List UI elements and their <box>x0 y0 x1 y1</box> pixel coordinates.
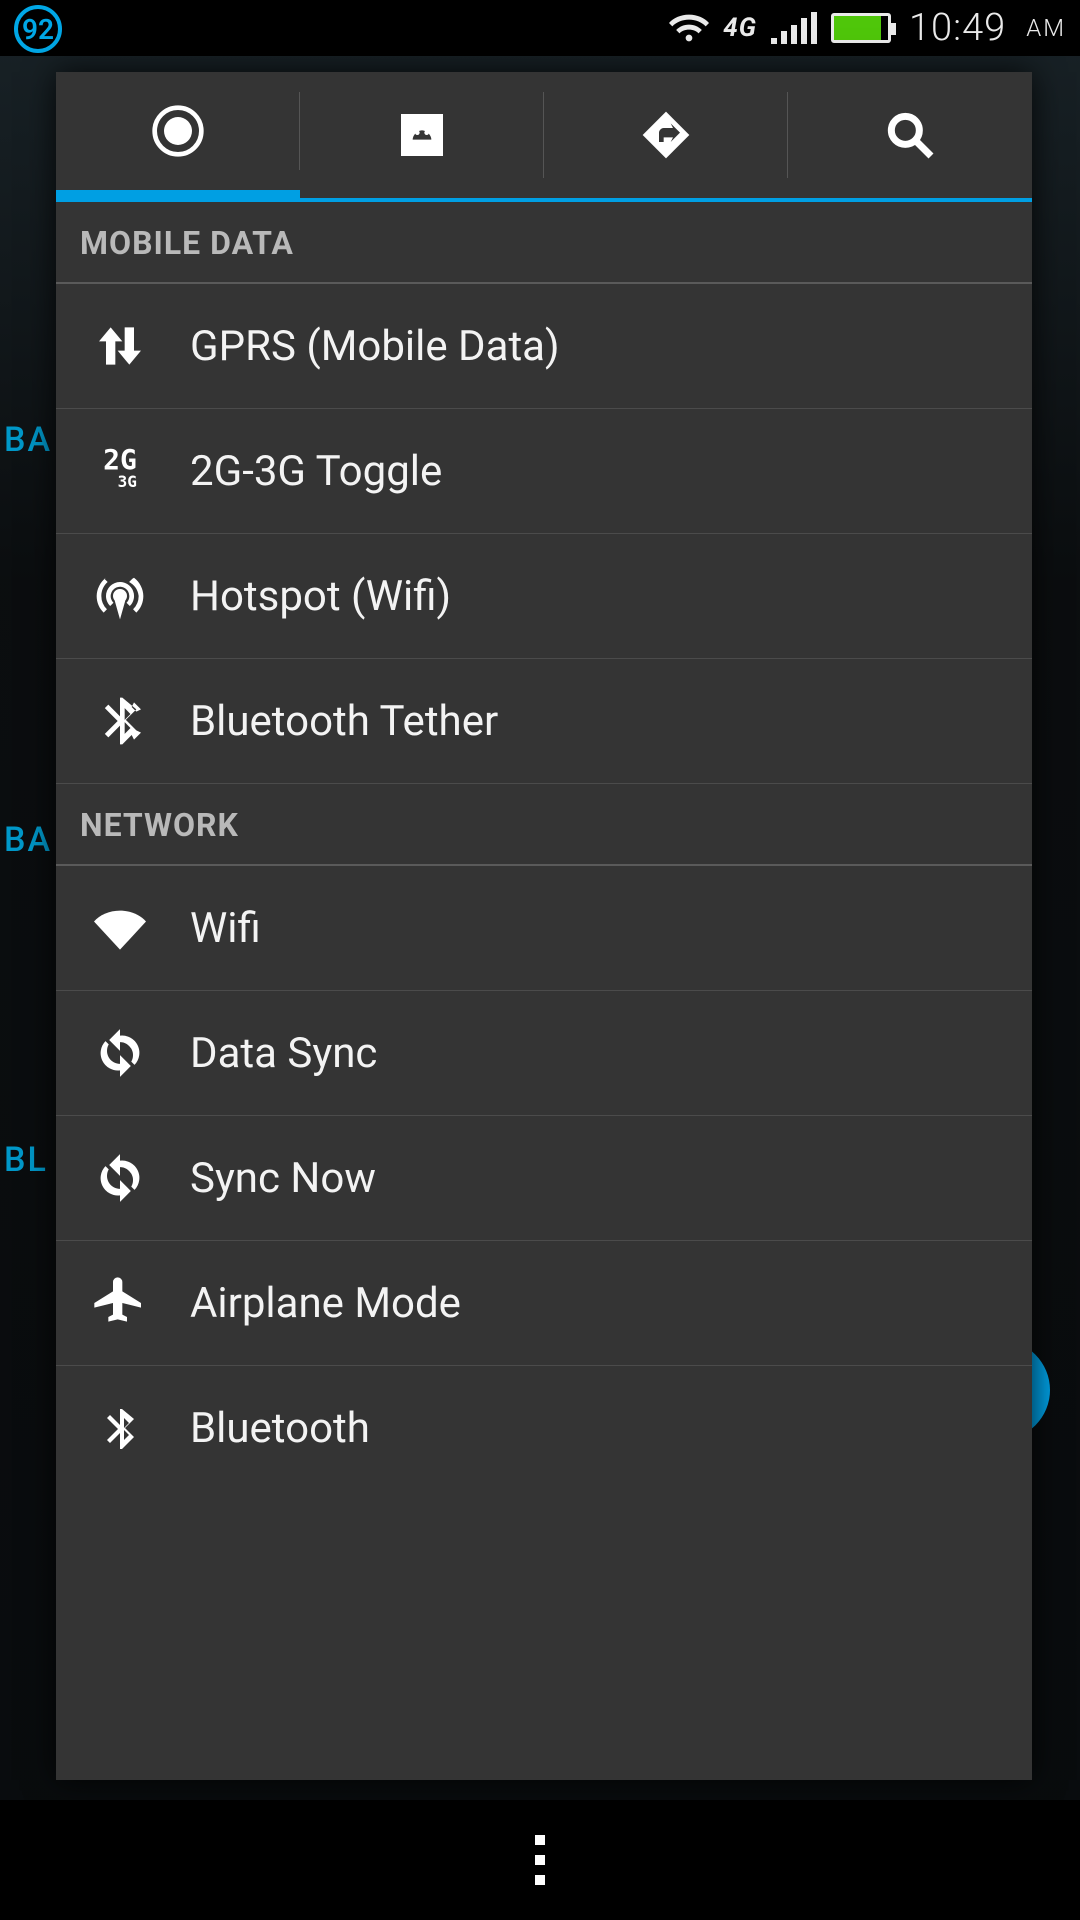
network-type: 4G <box>723 13 757 43</box>
wifi-icon <box>669 8 709 48</box>
battery-icon <box>831 13 891 43</box>
bg-label-a: BA <box>4 420 52 460</box>
row-gprs[interactable]: GPRS (Mobile Data) <box>56 284 1032 409</box>
row-label: Data Sync <box>190 1029 377 1078</box>
section-header-network: NETWORK <box>56 784 1032 866</box>
row-data-sync[interactable]: Data Sync <box>56 991 1032 1116</box>
overflow-menu-icon[interactable] <box>535 1835 545 1885</box>
row-sync-now[interactable]: Sync Now <box>56 1116 1032 1241</box>
hotspot-icon <box>92 568 148 624</box>
row-airplane[interactable]: Airplane Mode <box>56 1241 1032 1366</box>
status-bar: 92 4G 10:49 AM <box>0 0 1080 56</box>
wifi-icon <box>94 902 146 954</box>
bg-label-b: BA <box>4 820 52 860</box>
row-label: Bluetooth Tether <box>190 697 498 746</box>
tab-search[interactable] <box>788 72 1032 198</box>
tab-power[interactable] <box>56 72 300 202</box>
two-g-icon: 2G 3G <box>103 450 137 492</box>
settings-panel: MOBILE DATA GPRS (Mobile Data) 2G 3G 2G-… <box>56 72 1032 1780</box>
power-icon <box>150 103 206 159</box>
row-label: Airplane Mode <box>190 1279 461 1328</box>
row-label: Sync Now <box>190 1154 376 1203</box>
row-2g3g[interactable]: 2G 3G 2G-3G Toggle <box>56 409 1032 534</box>
tabs <box>56 72 1032 202</box>
nav-bar <box>0 1800 1080 1920</box>
data-arrows-icon <box>92 318 148 374</box>
row-bluetooth[interactable]: Bluetooth <box>56 1366 1032 1491</box>
tab-apps[interactable] <box>300 72 544 198</box>
navigate-icon <box>638 107 694 163</box>
clock-suffix: AM <box>1026 14 1066 42</box>
search-icon <box>882 107 938 163</box>
row-label: 2G-3G Toggle <box>190 447 442 496</box>
row-wifi[interactable]: Wifi <box>56 866 1032 991</box>
row-label: GPRS (Mobile Data) <box>190 322 560 371</box>
row-hotspot[interactable]: Hotspot (Wifi) <box>56 534 1032 659</box>
sync-icon <box>94 1027 146 1079</box>
section-header-mobile-data: MOBILE DATA <box>56 202 1032 284</box>
bluetooth-tether-icon <box>92 693 148 749</box>
battery-badge-icon: 92 <box>14 5 62 53</box>
bluetooth-icon <box>96 1401 144 1457</box>
row-label: Hotspot (Wifi) <box>190 572 451 621</box>
bg-label-c: BL <box>4 1140 48 1180</box>
row-bt-tether[interactable]: Bluetooth Tether <box>56 659 1032 784</box>
sync-icon <box>94 1152 146 1204</box>
row-label: Wifi <box>190 904 261 953</box>
battery-percent: 92 <box>22 13 54 46</box>
row-label: Bluetooth <box>190 1404 370 1453</box>
airplane-icon <box>92 1275 148 1331</box>
signal-icon <box>771 12 817 44</box>
tab-navigate[interactable] <box>544 72 788 198</box>
android-frame-icon <box>394 107 450 163</box>
clock-time: 10:49 <box>909 6 1006 50</box>
